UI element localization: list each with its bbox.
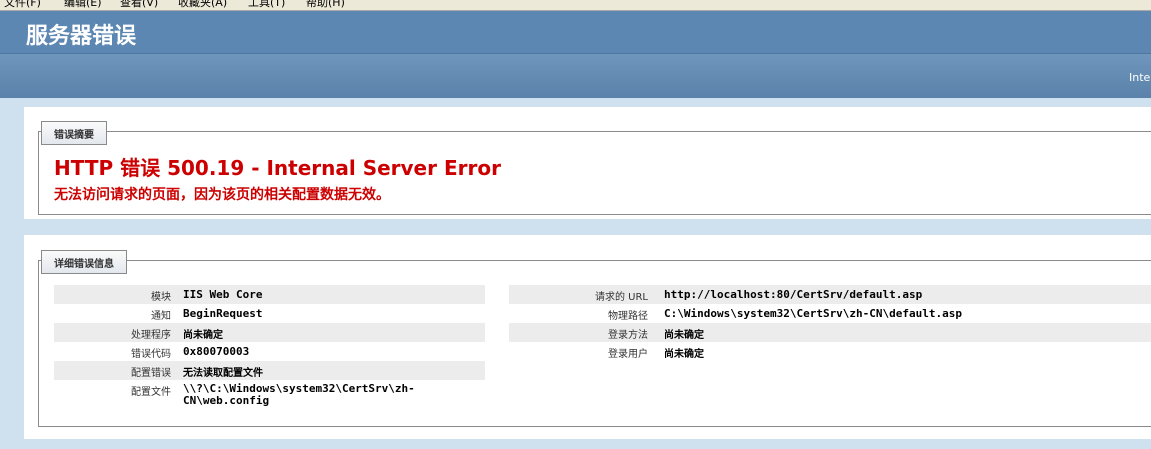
detail-value: BeginRequest — [183, 307, 263, 320]
menu-edit[interactable]: 编辑(E) — [64, 0, 102, 10]
page-title: 服务器错误 — [26, 24, 137, 49]
detail-value: \\?\C:\Windows\system32\CertSrv\zh-CN\we… — [183, 382, 415, 407]
detail-value: 尚未确定 — [664, 330, 704, 341]
detail-row-config-error: 配置错误 无法读取配置文件 — [54, 361, 485, 380]
detail-label: 登录用户 — [608, 349, 648, 360]
details-left-column: 模块 IIS Web Core 通知 BeginRequest 处理程序 尚未确… — [54, 285, 485, 412]
error-details-legend: 详细错误信息 — [41, 250, 127, 274]
detail-label: 请求的 URL — [594, 292, 648, 303]
menu-bar: 文件(F) 编辑(E) 查看(V) 收藏夹(A) 工具(T) 帮助(H) — [0, 0, 1151, 11]
detail-label: 模块 — [151, 292, 171, 303]
menu-file[interactable]: 文件(F) — [4, 0, 41, 10]
detail-row-error-code: 错误代码 0x80070003 — [54, 342, 485, 361]
detail-row-logon-user: 登录用户 尚未确定 — [509, 342, 1151, 361]
detail-row-notification: 通知 BeginRequest — [54, 304, 485, 323]
detail-value: 尚未确定 — [183, 330, 223, 341]
detail-label: 物理路径 — [608, 311, 648, 322]
header-right-text: Inte — [1129, 71, 1151, 84]
detail-label: 错误代码 — [131, 349, 171, 360]
error-summary-panel: 错误摘要 HTTP 错误 500.19 - Internal Server Er… — [24, 107, 1151, 219]
detail-value: C:\Windows\system32\CertSrv\zh-CN\defaul… — [664, 307, 963, 320]
details-right-column: 请求的 URL http://localhost:80/CertSrv/defa… — [509, 285, 1151, 361]
detail-row-module: 模块 IIS Web Core — [54, 285, 485, 304]
detail-value: IIS Web Core — [183, 288, 263, 301]
detail-value: 尚未确定 — [664, 349, 704, 360]
error-details-panel: 详细错误信息 模块 IIS Web Core 通知 BeginRequest 处… — [24, 235, 1151, 439]
detail-value: http://localhost:80/CertSrv/default.asp — [664, 288, 923, 301]
error-details-fieldset: 详细错误信息 模块 IIS Web Core 通知 BeginRequest 处… — [38, 250, 1151, 427]
detail-label: 配置文件 — [131, 387, 171, 398]
detail-value: 0x80070003 — [183, 345, 250, 358]
detail-label: 登录方法 — [608, 330, 648, 341]
detail-label: 配置错误 — [131, 368, 171, 379]
header-subbar: Inte — [0, 54, 1151, 98]
error-summary-fieldset: 错误摘要 HTTP 错误 500.19 - Internal Server Er… — [38, 121, 1151, 215]
error-summary-legend: 错误摘要 — [41, 121, 107, 145]
error-message: 无法访问请求的页面，因为该页的相关配置数据无效。 — [54, 187, 390, 203]
menu-tools[interactable]: 工具(T) — [248, 0, 285, 10]
menu-view[interactable]: 查看(V) — [120, 0, 158, 10]
error-title: HTTP 错误 500.19 - Internal Server Error — [54, 156, 501, 180]
detail-row-request-url: 请求的 URL http://localhost:80/CertSrv/defa… — [509, 285, 1151, 304]
detail-row-config-file: 配置文件 \\?\C:\Windows\system32\CertSrv\zh-… — [54, 380, 485, 412]
detail-row-handler: 处理程序 尚未确定 — [54, 323, 485, 342]
detail-row-physical-path: 物理路径 C:\Windows\system32\CertSrv\zh-CN\d… — [509, 304, 1151, 323]
page-header: 服务器错误 — [0, 11, 1151, 54]
detail-row-logon-method: 登录方法 尚未确定 — [509, 323, 1151, 342]
detail-label: 通知 — [151, 311, 171, 322]
detail-label: 处理程序 — [131, 330, 171, 341]
menu-help[interactable]: 帮助(H) — [306, 0, 345, 10]
detail-value: 无法读取配置文件 — [183, 368, 263, 379]
menu-favorites[interactable]: 收藏夹(A) — [178, 0, 227, 10]
